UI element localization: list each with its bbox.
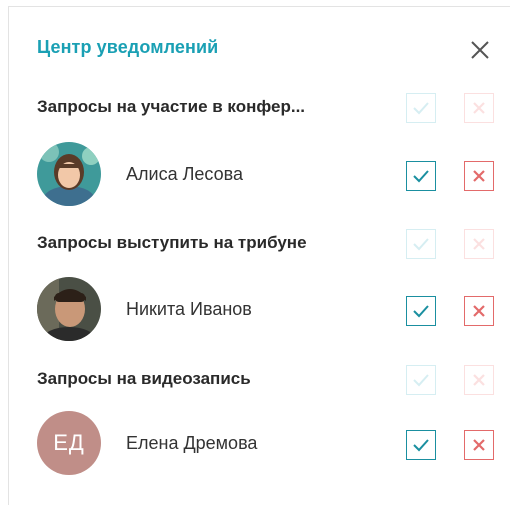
notification-center-panel: Центр уведомлений Запросы на участие в к… xyxy=(8,6,510,505)
accept-button[interactable] xyxy=(406,296,436,326)
cross-icon xyxy=(473,238,485,250)
avatar-photo xyxy=(37,142,101,206)
accept-button[interactable] xyxy=(406,430,436,460)
accept-all-button[interactable] xyxy=(406,93,436,123)
check-icon xyxy=(413,238,429,251)
accept-all-button[interactable] xyxy=(406,365,436,395)
section-title-conference-requests: Запросы на участие в конфер... xyxy=(37,97,306,116)
section-title-recording-requests: Запросы на видеозапись xyxy=(37,369,251,388)
person-name: Никита Иванов xyxy=(126,299,252,319)
check-icon xyxy=(413,170,429,183)
reject-all-button[interactable] xyxy=(464,93,494,123)
avatar-photo xyxy=(37,277,101,341)
cross-icon xyxy=(473,439,485,451)
check-icon xyxy=(413,439,429,452)
close-button[interactable] xyxy=(468,38,492,62)
avatar: ЕД xyxy=(37,411,101,475)
panel-title: Центр уведомлений xyxy=(37,37,219,57)
reject-all-button[interactable] xyxy=(464,365,494,395)
cross-icon xyxy=(473,374,485,386)
reject-button[interactable] xyxy=(464,161,494,191)
cross-icon xyxy=(473,170,485,182)
check-icon xyxy=(413,102,429,115)
person-name: Елена Дремова xyxy=(126,433,258,453)
person-name: Алиса Лесова xyxy=(126,164,243,184)
close-icon xyxy=(471,41,489,59)
reject-all-button[interactable] xyxy=(464,229,494,259)
check-icon xyxy=(413,374,429,387)
accept-all-button[interactable] xyxy=(406,229,436,259)
accept-button[interactable] xyxy=(406,161,436,191)
reject-button[interactable] xyxy=(464,430,494,460)
cross-icon xyxy=(473,102,485,114)
check-icon xyxy=(413,305,429,318)
avatar xyxy=(37,142,101,206)
cross-icon xyxy=(473,305,485,317)
section-title-speak-requests: Запросы выступить на трибуне xyxy=(37,233,307,252)
avatar xyxy=(37,277,101,341)
reject-button[interactable] xyxy=(464,296,494,326)
